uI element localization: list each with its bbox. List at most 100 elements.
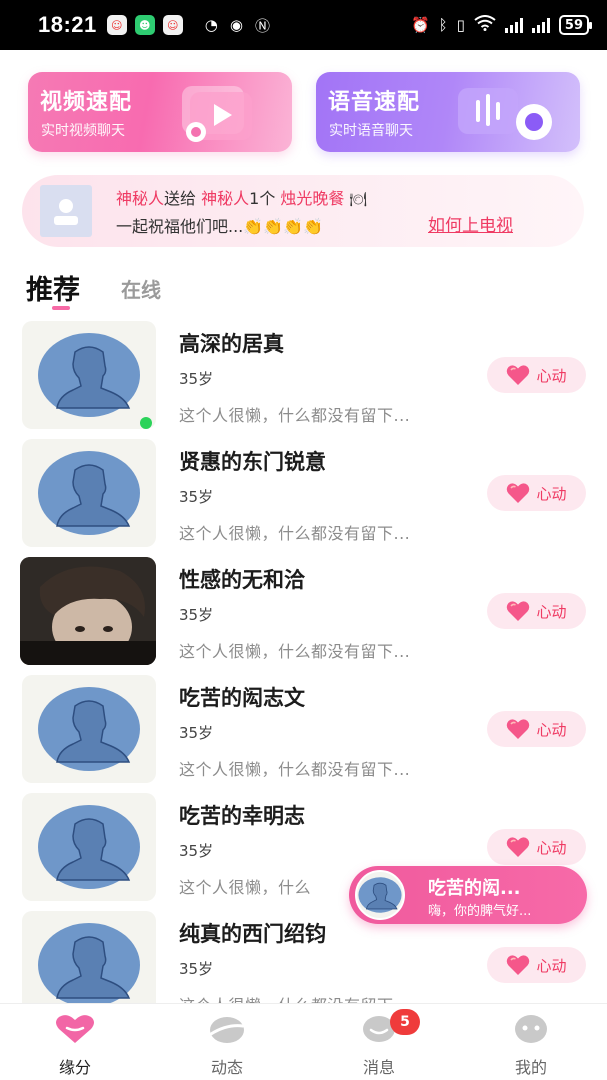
battery-icon: 59 [558, 15, 593, 35]
avatar[interactable] [22, 675, 156, 783]
user-bio: 这个人很懒，什么都没有留下... [179, 524, 411, 543]
gift-count: 1个 [249, 189, 276, 208]
default-avatar-icon [38, 687, 140, 771]
wechat-notification-icon: ☻ [134, 15, 155, 35]
video-match-card[interactable]: 视频速配 实时视频聊天 [28, 72, 292, 152]
default-avatar-icon [38, 923, 140, 1007]
status-time: 18:21 [38, 12, 97, 37]
profile-photo [20, 557, 156, 665]
like-button-label: 心动 [536, 484, 567, 503]
floating-chat-popup[interactable]: 吃苦的闳... 嗨，你的脾气好... [349, 866, 587, 924]
system-icons: ⏰ ᛒ ▯ 59 [411, 15, 593, 35]
active-tab-indicator [52, 306, 70, 310]
like-button-label: 心动 [536, 720, 567, 739]
voice-match-card[interactable]: 语音速配 实时语音聊天 [316, 72, 580, 152]
user-bio: 这个人很懒，什么都没有留下... [179, 406, 411, 425]
gift-sender-name: 神秘人 [116, 189, 165, 208]
status-indicators: ◔ ◉ Ⓝ [205, 15, 270, 36]
gift-receiver-name: 神秘人 [201, 189, 250, 208]
default-avatar-icon [38, 333, 140, 417]
user-age: 35岁 [179, 370, 214, 388]
user-age: 35岁 [179, 960, 214, 978]
eye-comfort-icon: ◉ [229, 16, 243, 34]
list-item[interactable]: 高深的居真 35岁 这个人很懒，什么都没有留下... 心动 [0, 318, 607, 436]
avatar-photo[interactable] [20, 557, 156, 665]
user-name: 纯真的西门绍钧 [179, 922, 326, 946]
status-bar: 18:21 ☺ ☻ ☺ ◔ ◉ Ⓝ ⏰ ᛒ ▯ 59 [0, 0, 607, 50]
list-item[interactable]: 吃苦的闳志文 35岁 这个人很懒，什么都没有留下... 心动 [0, 672, 607, 790]
video-match-subtitle: 实时视频聊天 [41, 123, 125, 139]
list-item[interactable]: 性感的无和洽 35岁 这个人很懒，什么都没有留下... 心动 [0, 554, 607, 672]
nav-item-moments[interactable]: 动态 [177, 1014, 277, 1078]
face-icon [515, 1015, 547, 1043]
bottom-nav: 缘分 动态 消息 我的 [0, 1003, 607, 1080]
tab-online[interactable]: 在线 [121, 274, 161, 303]
notification-icons: ☺ ☻ ☺ [106, 15, 183, 35]
like-button-label: 心动 [536, 838, 567, 857]
video-camera-icon [182, 86, 252, 142]
nav-item-mine[interactable]: 我的 [481, 1014, 581, 1078]
like-button-label: 心动 [536, 366, 567, 385]
heart-icon [507, 719, 530, 739]
like-button[interactable]: 心动 [487, 357, 586, 393]
user-name: 性感的无和洽 [179, 568, 305, 592]
like-button[interactable]: 心动 [487, 947, 586, 983]
nav-label: 消息 [362, 1058, 395, 1077]
like-button[interactable]: 心动 [487, 475, 586, 511]
default-avatar-icon [38, 451, 140, 535]
nav-label: 缘分 [58, 1058, 91, 1077]
signal-icon [531, 17, 550, 33]
nav-item-fate[interactable]: 缘分 [25, 1014, 125, 1078]
wifi-icon [474, 15, 496, 35]
heart-icon [507, 837, 530, 857]
voice-wave-icon [458, 88, 552, 140]
app-notification-icon: ☺ [106, 15, 127, 35]
heart-icon [507, 955, 530, 975]
user-bio: 这个人很懒，什么都没有留下... [179, 642, 411, 661]
gift-verb: 送给 [164, 189, 197, 208]
avatar[interactable] [22, 439, 156, 547]
tab-recommend[interactable]: 推荐 [26, 268, 80, 307]
avatar[interactable] [22, 321, 156, 429]
user-name: 吃苦的闳志文 [179, 686, 305, 710]
bluetooth-icon: ᛒ [438, 16, 448, 34]
user-name: 高深的居真 [179, 332, 284, 356]
chat-avatar [355, 870, 405, 920]
vibrate-icon: ▯ [456, 16, 465, 34]
user-bio: 这个人很懒，什么 [179, 878, 312, 897]
gift-icon: 🍽 [349, 192, 368, 208]
gift-message-line: 神秘人送给 神秘人1个 烛光晚餐 🍽 [116, 185, 367, 209]
user-age: 35岁 [179, 842, 214, 860]
user-age: 35岁 [179, 724, 214, 742]
gift-broadcast-banner: 神秘人送给 神秘人1个 烛光晚餐 🍽 一起祝福他们吧...👏👏👏👏 如何上电视 [22, 175, 584, 247]
avatar[interactable] [22, 793, 156, 901]
chat-sender-name: 吃苦的闳... [428, 878, 521, 899]
planet-icon [209, 1017, 245, 1043]
signal-icon [504, 17, 523, 33]
default-avatar-icon [358, 877, 402, 913]
like-button[interactable]: 心动 [487, 829, 586, 865]
voice-match-subtitle: 实时语音聊天 [329, 123, 413, 139]
chat-message-preview: 嗨，你的脾气好... [428, 904, 532, 919]
nav-label: 动态 [210, 1058, 243, 1077]
gift-sender-avatar [40, 185, 92, 237]
app-notification-icon: ☺ [162, 15, 183, 35]
gift-name: 烛光晚餐 [280, 189, 345, 208]
voice-match-title: 语音速配 [328, 90, 421, 115]
user-age: 35岁 [179, 488, 214, 506]
nfc-icon: Ⓝ [254, 16, 270, 35]
user-placeholder-icon [54, 199, 78, 225]
how-to-get-on-tv-link[interactable]: 如何上电视 [428, 211, 513, 236]
heart-icon [507, 601, 530, 621]
video-match-title: 视频速配 [40, 90, 133, 115]
heart-icon [56, 1015, 94, 1043]
app-screen: 18:21 ☺ ☻ ☺ ◔ ◉ Ⓝ ⏰ ᛒ ▯ 59 视频速配 实时视频聊天 语… [0, 0, 607, 1080]
gift-blessing-line: 一起祝福他们吧...👏👏👏👏 [116, 217, 323, 236]
nav-label: 我的 [514, 1058, 547, 1077]
like-button-label: 心动 [536, 602, 567, 621]
like-button[interactable]: 心动 [487, 593, 586, 629]
list-item[interactable]: 贤惠的东门锐意 35岁 这个人很懒，什么都没有留下... 心动 [0, 436, 607, 554]
user-age: 35岁 [179, 606, 214, 624]
like-button[interactable]: 心动 [487, 711, 586, 747]
heart-icon [507, 365, 530, 385]
